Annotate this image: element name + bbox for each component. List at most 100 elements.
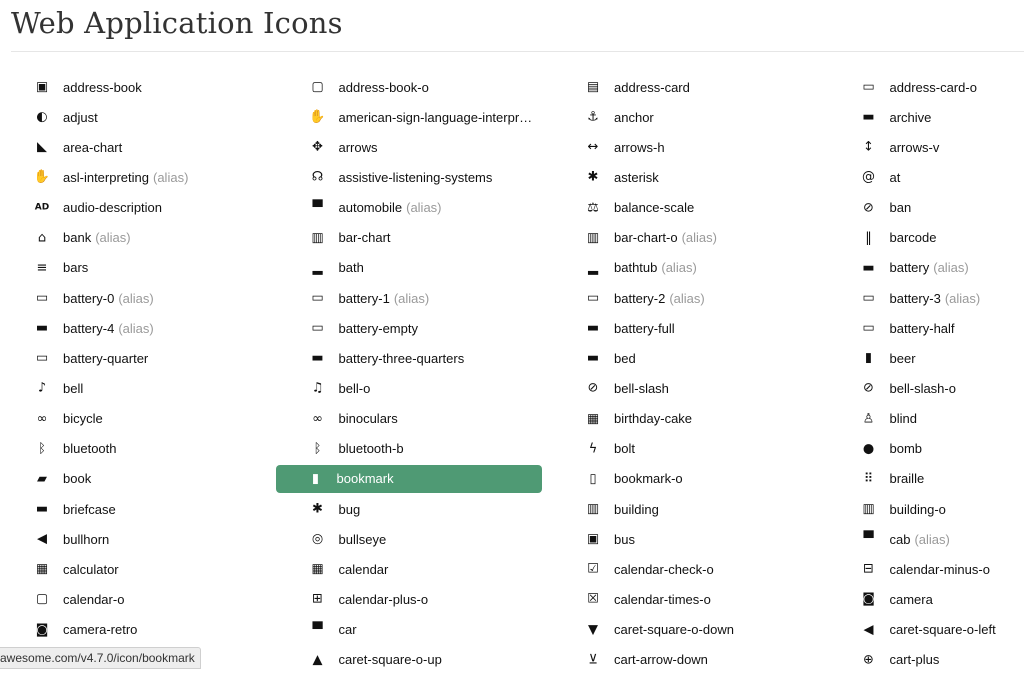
icon-link-calendar-o[interactable]: ▢calendar-o [2, 584, 276, 614]
icon-link-building-o[interactable]: ▥building-o [829, 494, 1024, 524]
icon-link-birthday-cake[interactable]: ▦birthday-cake [553, 404, 827, 434]
icon-label: battery-empty [339, 321, 418, 336]
icon-link-bar-chart-o[interactable]: ▥bar-chart-o(alias) [553, 223, 827, 253]
icon-link-bank[interactable]: ⌂bank(alias) [2, 223, 276, 253]
icon-link-american-sign-language-interpr[interactable]: ✋american-sign-language-interpr… [278, 102, 552, 132]
icon-link-battery[interactable]: ▬battery(alias) [829, 253, 1024, 283]
icon-link-bullseye[interactable]: ◎bullseye [278, 524, 552, 554]
icon-link-caret-square-o-left[interactable]: ◀caret-square-o-left [829, 615, 1024, 645]
icon-link-battery-3[interactable]: ▭battery-3(alias) [829, 283, 1024, 313]
icon-link-battery-half[interactable]: ▭battery-half [829, 313, 1024, 343]
icon-link-address-book-o[interactable]: ▢ address-book-o [278, 72, 552, 102]
icon-label: address-book-o [339, 80, 429, 95]
icon-link-battery-empty[interactable]: ▭battery-empty [278, 313, 552, 343]
icon-link-building[interactable]: ▥building [553, 494, 827, 524]
icon-link-binoculars[interactable]: ∞binoculars [278, 404, 552, 434]
battery-2-icon: ▭ [584, 292, 602, 305]
icon-link-audio-description[interactable]: ADaudio-description [2, 193, 276, 223]
icon-link-battery-4[interactable]: ▬battery-4(alias) [2, 313, 276, 343]
icon-link-bug[interactable]: ✱bug [278, 494, 552, 524]
icon-link-arrows[interactable]: ✥arrows [278, 132, 552, 162]
icon-link-battery-full[interactable]: ▬battery-full [553, 313, 827, 343]
icon-link-cart-plus[interactable]: ⊕cart-plus [829, 645, 1024, 675]
icon-link-address-book[interactable]: ▣address-book [2, 72, 276, 102]
icon-link-bullhorn[interactable]: ◀bullhorn [2, 524, 276, 554]
battery-1-icon: ▭ [309, 292, 327, 305]
icon-link-caret-square-o-down[interactable]: ▼caret-square-o-down [553, 615, 827, 645]
icon-link-automobile[interactable]: ▀automobile(alias) [278, 193, 552, 223]
icon-link-book[interactable]: ▰book [2, 464, 276, 494]
icon-link-beer[interactable]: ▮beer [829, 343, 1024, 373]
icon-link-at[interactable]: @at [829, 162, 1024, 192]
icon-label: braille [890, 471, 925, 486]
icon-link-adjust[interactable]: ◐adjust [2, 102, 276, 132]
icon-link-calendar-plus-o[interactable]: ⊞calendar-plus-o [278, 584, 552, 614]
building-icon: ▥ [584, 503, 602, 516]
alias-tag: (alias) [669, 291, 704, 306]
icon-link-balance-scale[interactable]: ⚖balance-scale [553, 193, 827, 223]
icon-link-bookmark[interactable]: ▮bookmark [276, 465, 543, 493]
icon-label: beer [890, 351, 916, 366]
icon-link-bell-slash[interactable]: ⊘ bell-slash [553, 373, 827, 403]
icon-link-asterisk[interactable]: ✱asterisk [553, 162, 827, 192]
icon-link-calendar-check-o[interactable]: ☑calendar-check-o [553, 554, 827, 584]
icon-link-bathtub[interactable]: ▂bathtub(alias) [553, 253, 827, 283]
icon-label: bell-slash [614, 381, 669, 396]
icon-link-bell-slash-o[interactable]: ⊘bell-slash-o [829, 373, 1024, 403]
icon-link-arrows-h[interactable]: ↔arrows-h [553, 132, 827, 162]
icon-label: audio-description [63, 200, 162, 215]
icon-link-calendar[interactable]: ▦calendar [278, 554, 552, 584]
bell-slash-icon: ⊘ [584, 382, 602, 395]
icon-link-assistive-listening-systems[interactable]: ☊assistive-listening-systems [278, 162, 552, 192]
icon-label: camera [890, 592, 933, 607]
icon-link-battery-1[interactable]: ▭battery-1(alias) [278, 283, 552, 313]
icon-label: battery-3 [890, 291, 941, 306]
icon-link-bus[interactable]: ▣bus [553, 524, 827, 554]
icon-link-cart-arrow-down[interactable]: ⊻cart-arrow-down [553, 645, 827, 675]
battery-three-quarters-icon: ▬ [309, 352, 327, 365]
icon-link-caret-square-o-up[interactable]: ▲caret-square-o-up [278, 645, 552, 675]
icon-link-bluetooth-b[interactable]: ᛒbluetooth-b [278, 434, 552, 464]
icon-label: battery-full [614, 321, 675, 336]
icon-link-area-chart[interactable]: ◣area-chart [2, 132, 276, 162]
icon-link-calculator[interactable]: ▦calculator [2, 554, 276, 584]
icon-link-bars[interactable]: ≡bars [2, 253, 276, 283]
icon-link-anchor[interactable]: ⚓anchor [553, 102, 827, 132]
icon-link-bed[interactable]: ▬bed [553, 343, 827, 373]
icon-link-bell[interactable]: ♪bell [2, 373, 276, 403]
icon-link-car[interactable]: ▀car [278, 615, 552, 645]
icon-link-camera[interactable]: ◙camera [829, 584, 1024, 614]
icon-link-address-card[interactable]: ▤address-card [553, 72, 827, 102]
icon-link-battery-2[interactable]: ▭battery-2(alias) [553, 283, 827, 313]
icon-link-braille[interactable]: ⠿ braille [829, 464, 1024, 494]
icon-label: asl-interpreting [63, 170, 149, 185]
icon-label: adjust [63, 110, 98, 125]
icon-link-arrows-v[interactable]: ↕arrows-v [829, 132, 1024, 162]
icon-link-bell-o[interactable]: ♫bell-o [278, 373, 552, 403]
icon-link-briefcase[interactable]: ▬briefcase [2, 494, 276, 524]
icon-link-camera-retro[interactable]: ◙camera-retro [2, 615, 276, 645]
icon-link-bluetooth[interactable]: ᛒbluetooth [2, 434, 276, 464]
calendar-minus-o-icon: ⊟ [860, 563, 878, 576]
icon-link-calendar-times-o[interactable]: ☒calendar-times-o [553, 584, 827, 614]
icon-link-bar-chart[interactable]: ▥bar-chart [278, 223, 552, 253]
icon-link-address-card-o[interactable]: ▭address-card-o [829, 72, 1024, 102]
icon-link-archive[interactable]: ▬archive [829, 102, 1024, 132]
icon-link-barcode[interactable]: ‖barcode [829, 223, 1024, 253]
icon-link-ban[interactable]: ⊘ban [829, 193, 1024, 223]
braille-icon: ⠿ [860, 472, 878, 485]
icon-link-bomb[interactable]: ●bomb [829, 434, 1024, 464]
icon-link-battery-quarter[interactable]: ▭battery-quarter [2, 343, 276, 373]
icon-link-bicycle[interactable]: ∞bicycle [2, 404, 276, 434]
icon-link-battery-three-quarters[interactable]: ▬battery-three-quarters [278, 343, 552, 373]
address-book-o-icon: ▢ [309, 81, 327, 94]
icon-link-bolt[interactable]: ϟbolt [553, 434, 827, 464]
icon-link-bookmark-o[interactable]: ▯bookmark-o [553, 464, 827, 494]
icon-link-cab[interactable]: ▀cab(alias) [829, 524, 1024, 554]
icon-link-bath[interactable]: ▂bath [278, 253, 552, 283]
icon-link-battery-0[interactable]: ▭battery-0(alias) [2, 283, 276, 313]
icon-link-calendar-minus-o[interactable]: ⊟calendar-minus-o [829, 554, 1024, 584]
at-icon: @ [860, 171, 878, 184]
icon-link-asl-interpreting[interactable]: ✋asl-interpreting(alias) [2, 162, 276, 192]
icon-link-blind[interactable]: ♙blind [829, 404, 1024, 434]
